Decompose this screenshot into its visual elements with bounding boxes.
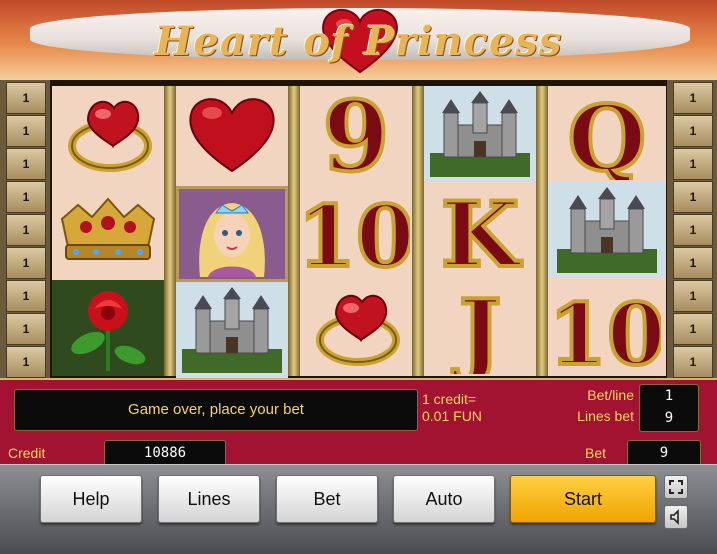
line-indicator[interactable]: 1 [6, 214, 46, 246]
line-indicator[interactable]: 1 [673, 313, 713, 345]
castle-symbol [176, 282, 288, 378]
bet-line-label: Bet/line [587, 387, 634, 403]
ring-icon [68, 100, 152, 172]
bet-line-value: 1 [664, 388, 674, 404]
castle-icon [182, 287, 282, 373]
reel-3: 9 10 [300, 86, 412, 376]
jack-symbol: J [424, 280, 536, 376]
queen-symbol: Q [548, 86, 666, 182]
castle-symbol [548, 182, 666, 278]
lines-button[interactable]: Lines [158, 475, 260, 523]
bet-label: Bet [585, 445, 607, 461]
line-indicator[interactable]: 1 [6, 346, 46, 378]
line-indicator[interactable]: 1 [6, 82, 46, 114]
start-button[interactable]: Start [510, 475, 656, 523]
crown-icon [60, 197, 156, 260]
castle-icon [430, 91, 530, 177]
svg-text:10: 10 [553, 285, 661, 374]
ring-symbol [52, 86, 164, 182]
svg-text:9: 9 [323, 88, 390, 180]
nine-symbol: 9 [300, 86, 412, 182]
reel-divider [288, 86, 300, 376]
line-indicator[interactable]: 1 [6, 280, 46, 312]
rose-symbol [52, 280, 164, 376]
princess-icon [199, 203, 265, 277]
castle-icon [557, 187, 657, 273]
reel-1 [52, 86, 164, 376]
bet-button[interactable]: Bet [276, 475, 378, 523]
ten-symbol: 10 [548, 280, 666, 376]
line-indicator[interactable]: 1 [6, 115, 46, 147]
line-indicator[interactable]: 1 [673, 115, 713, 147]
credit-rate-line2: 0.01 FUN [422, 408, 482, 424]
line-indicator[interactable]: 1 [6, 181, 46, 213]
reel-2 [176, 86, 288, 378]
game-title: Heart of Princess [154, 18, 563, 65]
credit-value: 10886 [104, 440, 226, 466]
castle-symbol [424, 86, 536, 182]
heart-symbol [176, 86, 288, 182]
right-line-indicators: 1 1 1 1 1 1 1 1 1 [667, 80, 717, 378]
queen-icon: Q [566, 88, 648, 180]
sound-button[interactable] [664, 505, 688, 529]
line-indicator[interactable]: 1 [673, 181, 713, 213]
crown-symbol [52, 182, 164, 278]
reel-divider [412, 86, 424, 376]
ring-symbol [300, 280, 412, 376]
line-indicator[interactable]: 1 [6, 148, 46, 180]
status-message: Game over, place your bet [14, 389, 418, 431]
lines-bet-label: Lines bet [577, 408, 634, 424]
ten-symbol: 10 [300, 182, 412, 278]
bet-lines-display: 1 9 [639, 384, 699, 432]
king-symbol: K [424, 182, 536, 278]
svg-text:Q: Q [568, 88, 646, 180]
rose-icon [71, 291, 146, 371]
ten-icon: 10 [553, 283, 661, 374]
credit-label: Credit [8, 445, 46, 461]
fullscreen-button[interactable] [664, 475, 688, 499]
lines-bet-value: 9 [664, 410, 674, 426]
ten-icon: 10 [302, 185, 410, 276]
left-line-indicators: 1 1 1 1 1 1 1 1 1 [0, 80, 50, 378]
line-indicator[interactable]: 1 [6, 247, 46, 279]
line-indicator[interactable]: 1 [6, 313, 46, 345]
reel-5: Q 10 [548, 86, 666, 376]
bet-value: 9 [627, 440, 701, 466]
line-indicator[interactable]: 1 [673, 346, 713, 378]
fullscreen-icon [669, 480, 683, 494]
line-indicator[interactable]: 1 [673, 247, 713, 279]
jack-icon: J [450, 282, 504, 374]
help-button[interactable]: Help [40, 475, 142, 523]
reel-4: K J [424, 86, 536, 376]
svg-text:J: J [452, 282, 502, 374]
line-indicator[interactable]: 1 [673, 82, 713, 114]
speaker-icon [670, 509, 679, 525]
line-indicator[interactable]: 1 [673, 280, 713, 312]
king-icon: K [439, 184, 524, 276]
reel-divider [536, 86, 548, 376]
ring-icon [316, 294, 400, 366]
heart-icon [189, 98, 275, 173]
svg-text:10: 10 [302, 187, 410, 276]
reel-divider [164, 86, 176, 376]
line-indicator[interactable]: 1 [673, 214, 713, 246]
nine-icon: 9 [321, 88, 392, 180]
svg-text:K: K [441, 184, 522, 276]
princess-symbol [176, 186, 288, 282]
line-indicator[interactable]: 1 [673, 148, 713, 180]
auto-button[interactable]: Auto [393, 475, 495, 523]
credit-rate-line1: 1 credit= [422, 391, 477, 407]
